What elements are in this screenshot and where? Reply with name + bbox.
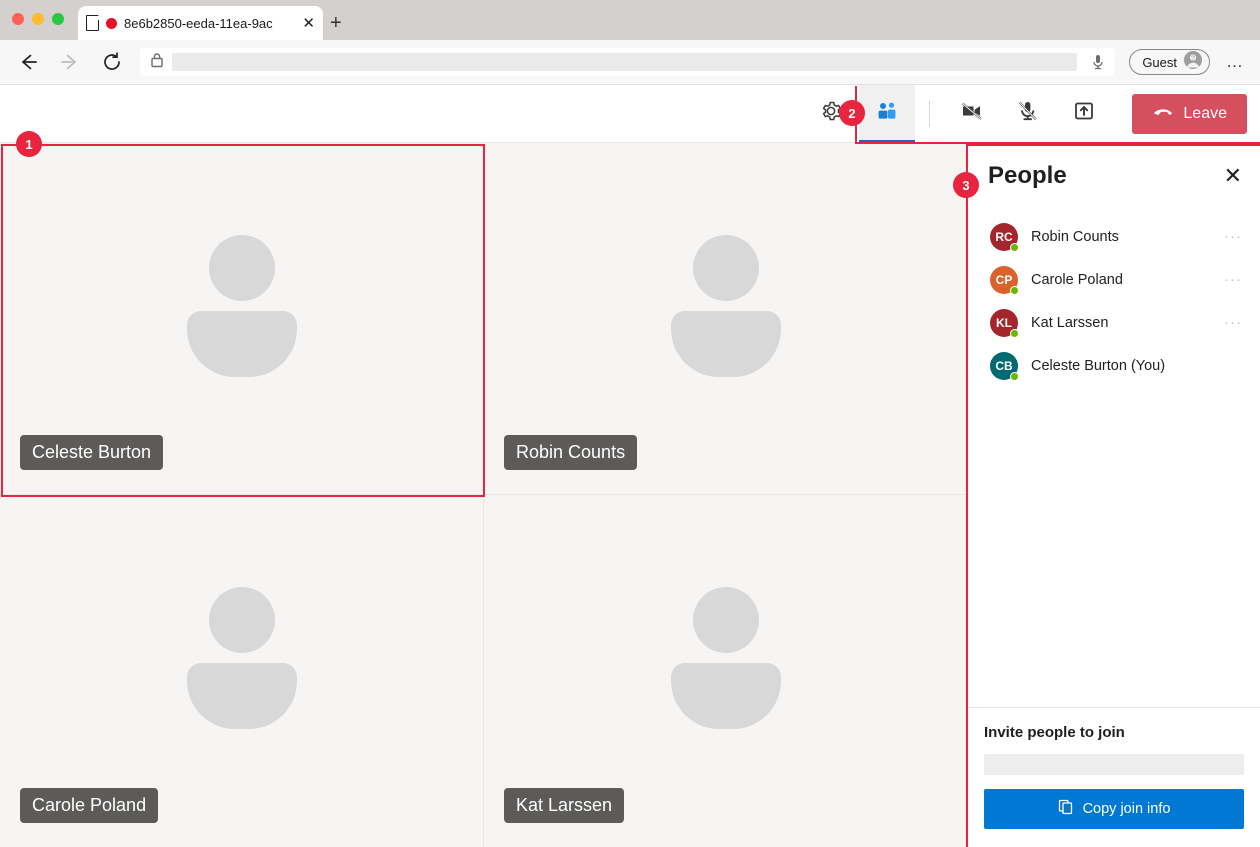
avatar-initials: KL — [996, 316, 1012, 330]
avatar: CB — [990, 352, 1018, 380]
window-controls[interactable] — [12, 13, 64, 25]
annotation-badge-3: 3 — [953, 172, 979, 198]
list-item[interactable]: CP Carole Poland ··· — [968, 258, 1260, 301]
browser-overflow-menu[interactable]: … — [1224, 52, 1246, 72]
profile-button[interactable]: Guest ? — [1129, 49, 1210, 75]
participant-name-badge: Robin Counts — [504, 435, 637, 470]
list-item[interactable]: CB Celeste Burton (You) — [968, 344, 1260, 387]
close-icon[interactable]: ✕ — [1224, 165, 1242, 187]
invite-label: Invite people to join — [984, 724, 1244, 741]
participant-name-badge: Carole Poland — [20, 788, 158, 823]
recording-dot-icon — [106, 18, 117, 29]
copy-join-info-label: Copy join info — [1083, 801, 1171, 817]
title-bar: 8e6b2850-eeda-11ea-9ac ✕ + — [0, 0, 1260, 40]
presence-indicator — [1010, 329, 1019, 338]
video-tile[interactable]: Kat Larssen — [484, 495, 968, 847]
people-button[interactable] — [859, 85, 915, 143]
participant-name: Robin Counts — [1031, 229, 1211, 245]
microphone-off-icon — [1015, 98, 1041, 129]
people-panel-header: People ✕ — [968, 143, 1260, 209]
presence-indicator — [1010, 286, 1019, 295]
video-tile[interactable]: Carole Poland — [0, 495, 484, 847]
minimize-window-button[interactable] — [32, 13, 44, 25]
tab-close-icon[interactable]: ✕ — [302, 16, 315, 31]
new-tab-button[interactable]: + — [330, 13, 342, 33]
avatar: CP — [990, 266, 1018, 294]
microphone-toggle-button[interactable] — [1000, 85, 1056, 143]
annotation-badge-1: 1 — [16, 131, 42, 157]
reload-button[interactable] — [98, 48, 126, 76]
back-button[interactable] — [14, 48, 42, 76]
person-placeholder-icon — [671, 235, 781, 385]
invite-input[interactable] — [984, 754, 1244, 775]
avatar: RC — [990, 223, 1018, 251]
url-input[interactable] — [172, 53, 1077, 71]
copy-join-info-button[interactable]: Copy join info — [984, 789, 1244, 829]
video-stage: Celeste Burton Robin Counts Carole Polan… — [0, 143, 968, 847]
participant-more-options[interactable]: ··· — [1224, 272, 1242, 287]
person-placeholder-icon — [187, 587, 297, 737]
meeting-toolbar: Leave — [0, 85, 1260, 143]
forward-button[interactable] — [56, 48, 84, 76]
tab-title: 8e6b2850-eeda-11ea-9ac — [124, 16, 295, 31]
invite-section: Invite people to join Copy join info — [968, 707, 1260, 847]
person-placeholder-icon — [187, 235, 297, 385]
people-panel-title: People — [988, 162, 1224, 190]
share-screen-button[interactable] — [1056, 85, 1112, 143]
presence-indicator — [1010, 372, 1019, 381]
annotation-badge-2: 2 — [839, 100, 865, 126]
profile-label: Guest — [1142, 55, 1177, 70]
svg-text:?: ? — [1191, 55, 1195, 62]
participant-name-badge: Celeste Burton — [20, 435, 163, 470]
share-screen-icon — [1072, 99, 1096, 128]
people-panel: People ✕ RC Robin Counts ··· CP — [968, 143, 1260, 847]
guest-avatar-icon: ? — [1183, 50, 1203, 75]
camera-toggle-button[interactable] — [944, 85, 1000, 143]
document-icon — [86, 15, 99, 31]
participant-name-badge: Kat Larssen — [504, 788, 624, 823]
browser-window: 8e6b2850-eeda-11ea-9ac ✕ + Guest ? — [0, 0, 1260, 847]
participant-more-options[interactable]: ··· — [1224, 315, 1242, 330]
address-bar[interactable] — [140, 48, 1115, 76]
list-item[interactable]: KL Kat Larssen ··· — [968, 301, 1260, 344]
video-tile[interactable]: Robin Counts — [484, 143, 968, 495]
participants-list: RC Robin Counts ··· CP Carole Poland ··· — [968, 209, 1260, 707]
leave-label: Leave — [1183, 105, 1227, 123]
microphone-icon[interactable] — [1085, 49, 1111, 75]
presence-indicator — [1010, 243, 1019, 252]
close-window-button[interactable] — [12, 13, 24, 25]
avatar-initials: RC — [995, 230, 1012, 244]
meeting-body: Celeste Burton Robin Counts Carole Polan… — [0, 143, 1260, 847]
maximize-window-button[interactable] — [52, 13, 64, 25]
browser-tab[interactable]: 8e6b2850-eeda-11ea-9ac ✕ — [78, 6, 323, 40]
person-placeholder-icon — [671, 587, 781, 737]
participant-name: Celeste Burton (You) — [1031, 358, 1229, 374]
navigation-bar: Guest ? … — [0, 40, 1260, 85]
copy-icon — [1058, 799, 1074, 819]
camera-off-icon — [959, 98, 985, 129]
hangup-icon — [1152, 104, 1174, 123]
video-tile[interactable]: Celeste Burton — [0, 143, 484, 495]
lock-icon — [150, 52, 164, 73]
participant-more-options[interactable]: ··· — [1224, 229, 1242, 244]
avatar: KL — [990, 309, 1018, 337]
participant-name: Carole Poland — [1031, 272, 1211, 288]
avatar-initials: CB — [995, 359, 1012, 373]
list-item[interactable]: RC Robin Counts ··· — [968, 215, 1260, 258]
participant-name: Kat Larssen — [1031, 315, 1211, 331]
people-icon — [875, 99, 899, 128]
toolbar-divider — [929, 101, 930, 127]
leave-button[interactable]: Leave — [1132, 94, 1247, 134]
avatar-initials: CP — [996, 273, 1013, 287]
